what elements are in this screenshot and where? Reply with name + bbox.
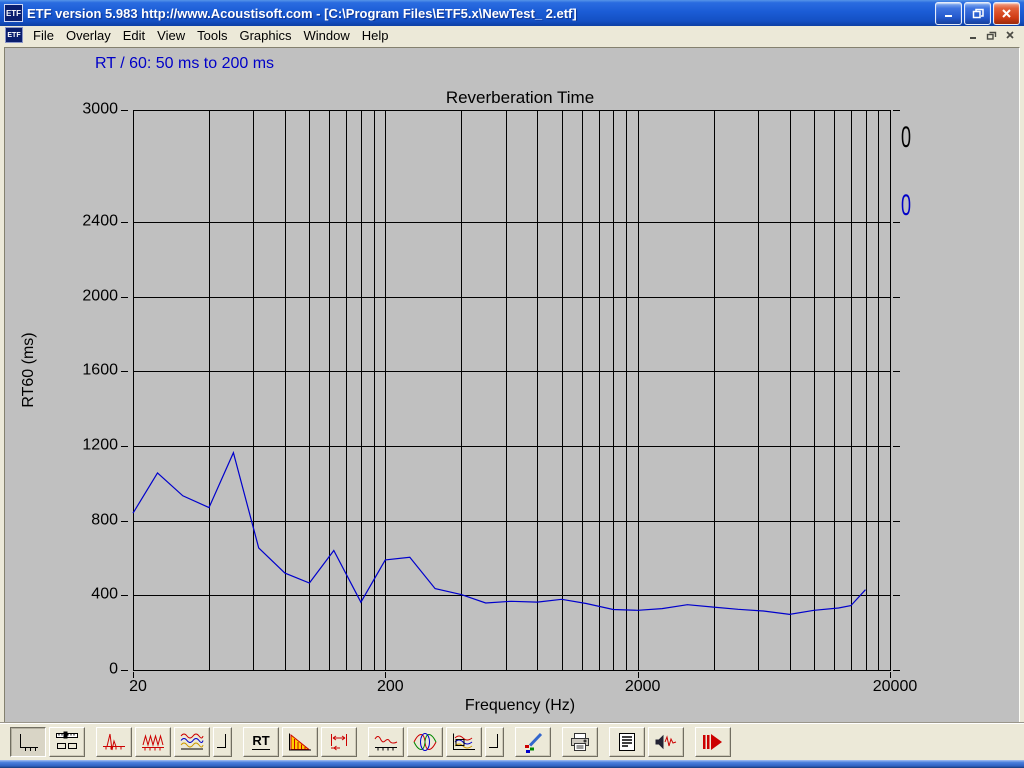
menu-tools[interactable]: Tools — [191, 27, 233, 44]
window-title: ETF version 5.983 http://www.Acoustisoft… — [27, 6, 933, 21]
title-bar: ETF ETF version 5.983 http://www.Acousti… — [0, 0, 1024, 26]
printer-icon — [567, 731, 593, 753]
menu-window[interactable]: Window — [298, 27, 356, 44]
print-button[interactable] — [562, 727, 598, 757]
run-measurement-button[interactable] — [695, 727, 731, 757]
measurement-setup-button[interactable] — [49, 727, 85, 757]
gate-markers-icon — [326, 731, 352, 753]
impulse-icon — [101, 731, 127, 753]
decay-icon — [287, 731, 313, 753]
app-window: ETF ETF version 5.983 http://www.Acousti… — [0, 0, 1024, 768]
phase-icon — [412, 731, 438, 753]
energy-decay-button[interactable] — [282, 727, 318, 757]
mini-axis-icon — [487, 731, 502, 753]
report-button[interactable] — [609, 727, 645, 757]
menu-overlay[interactable]: Overlay — [60, 27, 117, 44]
menu-file[interactable]: File — [27, 27, 60, 44]
plot-panel — [4, 47, 1020, 723]
minimize-icon — [943, 8, 955, 18]
menu-edit[interactable]: Edit — [117, 27, 151, 44]
toolbar-buttons: RT — [10, 727, 734, 757]
gate-markers-button[interactable] — [321, 727, 357, 757]
mdi-restore-icon — [986, 30, 997, 40]
mdi-minimize-icon — [968, 30, 979, 40]
rt60-button-label: RT — [252, 734, 269, 749]
spectrogram-button[interactable] — [446, 727, 482, 757]
mdi-system-icon[interactable]: ETF — [5, 27, 23, 43]
playback-level-button[interactable] — [648, 727, 684, 757]
close-button[interactable] — [993, 2, 1020, 25]
phase-response-button[interactable] — [407, 727, 443, 757]
frequency-response-button[interactable] — [368, 727, 404, 757]
mdi-restore-button[interactable] — [983, 28, 1000, 43]
report-icon — [614, 731, 640, 753]
freq-response-icon — [373, 731, 399, 753]
time-window-button[interactable] — [10, 727, 46, 757]
mdi-close-icon — [1005, 30, 1015, 40]
overlay-waves-icon — [179, 731, 205, 753]
menu-help[interactable]: Help — [356, 27, 395, 44]
overlay-curves-button[interactable] — [174, 727, 210, 757]
window-controls — [933, 2, 1020, 25]
display-colors-button[interactable] — [515, 727, 551, 757]
menu-items: FileOverlayEditViewToolsGraphicsWindowHe… — [27, 27, 395, 44]
periodic-icon — [140, 731, 166, 753]
impulse-response-button[interactable] — [96, 727, 132, 757]
mdi-minimize-button[interactable] — [965, 28, 982, 43]
run-icon — [700, 731, 726, 753]
rt60-button[interactable]: RT — [243, 727, 279, 757]
status-bar — [0, 760, 1024, 768]
mini-graph-button[interactable] — [213, 727, 232, 757]
spectrogram-icon — [451, 731, 477, 753]
app-icon: ETF — [4, 4, 23, 22]
menu-graphics[interactable]: Graphics — [233, 27, 297, 44]
mdi-close-button[interactable] — [1001, 28, 1018, 43]
menu-view[interactable]: View — [151, 27, 191, 44]
restore-icon — [972, 8, 984, 19]
mdi-window-controls — [964, 28, 1018, 43]
mini-axis-icon — [215, 731, 230, 753]
restore-button[interactable] — [964, 2, 991, 25]
menu-bar: ETF FileOverlayEditViewToolsGraphicsWind… — [0, 26, 1024, 44]
time-axis-icon — [15, 731, 41, 753]
speaker-wave-icon — [653, 731, 679, 753]
periodic-response-button[interactable] — [135, 727, 171, 757]
toolbar: RT — [0, 722, 1024, 760]
colors-icon — [520, 731, 546, 753]
mini-graph-button-2[interactable] — [485, 727, 504, 757]
minimize-button[interactable] — [935, 2, 962, 25]
measure-setup-icon — [54, 731, 80, 753]
close-icon — [1001, 8, 1012, 19]
